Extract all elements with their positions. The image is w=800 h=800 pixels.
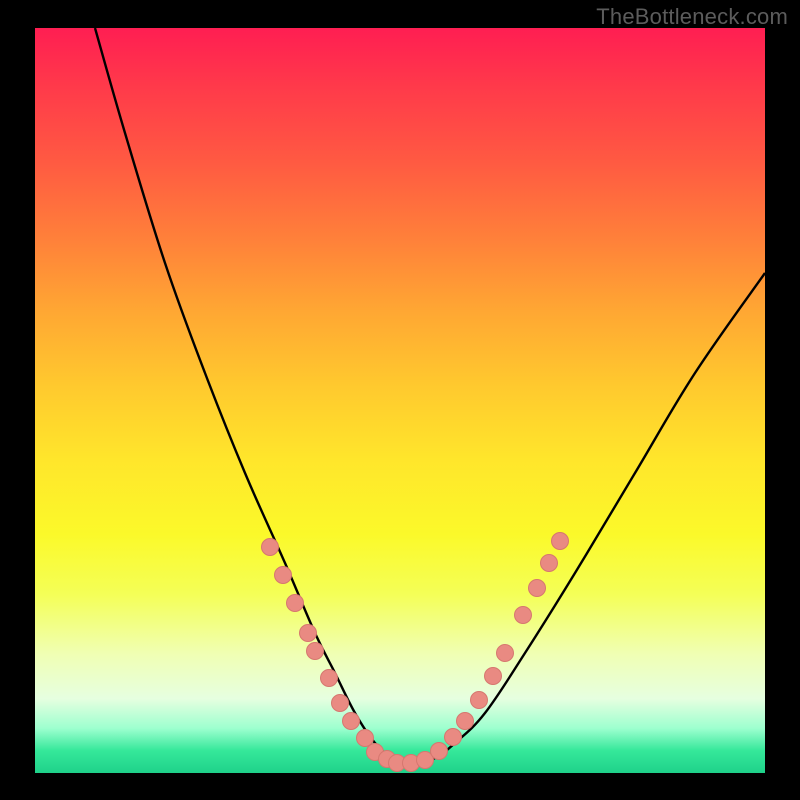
bottleneck-curve bbox=[95, 28, 765, 763]
data-marker bbox=[357, 730, 374, 747]
chart-frame: TheBottleneck.com bbox=[0, 0, 800, 800]
data-marker bbox=[471, 692, 488, 709]
data-marker bbox=[497, 645, 514, 662]
data-marker bbox=[445, 729, 462, 746]
curve-group bbox=[95, 28, 765, 763]
data-marker bbox=[275, 567, 292, 584]
data-marker bbox=[262, 539, 279, 556]
bottleneck-curve-svg bbox=[35, 28, 765, 773]
data-marker bbox=[515, 607, 532, 624]
plot-area bbox=[35, 28, 765, 773]
data-marker bbox=[431, 743, 448, 760]
data-marker bbox=[552, 533, 569, 550]
data-marker bbox=[485, 668, 502, 685]
data-marker bbox=[541, 555, 558, 572]
watermark-text: TheBottleneck.com bbox=[596, 4, 788, 30]
data-marker bbox=[287, 595, 304, 612]
data-marker bbox=[321, 670, 338, 687]
data-marker bbox=[529, 580, 546, 597]
data-marker bbox=[457, 713, 474, 730]
data-marker bbox=[343, 713, 360, 730]
data-marker bbox=[307, 643, 324, 660]
curve-markers bbox=[262, 533, 569, 772]
data-marker bbox=[300, 625, 317, 642]
data-marker bbox=[332, 695, 349, 712]
